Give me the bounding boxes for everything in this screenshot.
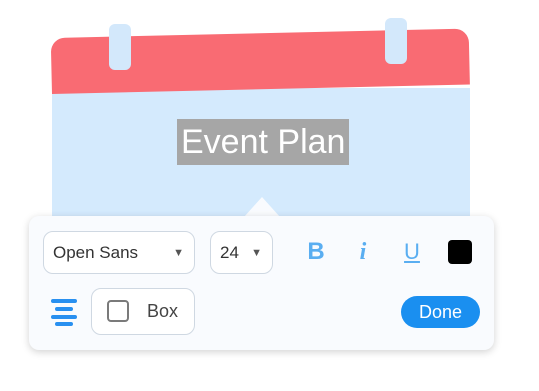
font-size-select[interactable]: 24 ▼	[210, 231, 273, 274]
align-center-icon[interactable]	[48, 297, 80, 326]
font-family-select[interactable]: Open Sans ▼	[43, 231, 195, 274]
calendar-ring-right	[385, 18, 407, 64]
chevron-down-icon: ▼	[173, 247, 184, 259]
italic-button[interactable]: i	[347, 234, 379, 270]
box-label: Box	[147, 301, 179, 321]
font-family-value: Open Sans	[53, 243, 139, 262]
underline-button[interactable]: U	[396, 234, 428, 270]
font-size-value: 24	[220, 243, 239, 262]
text-color-swatch[interactable]	[448, 240, 472, 264]
done-button[interactable]: Done	[401, 296, 480, 328]
box-toggle[interactable]: Box	[91, 288, 195, 335]
bold-button[interactable]: B	[300, 234, 332, 270]
selected-text-element[interactable]: Event Plan	[177, 119, 350, 165]
calendar-ring-left	[109, 24, 131, 70]
toolbar-pointer	[244, 197, 280, 217]
box-checkbox[interactable]	[107, 300, 129, 322]
chevron-down-icon: ▼	[251, 247, 262, 259]
